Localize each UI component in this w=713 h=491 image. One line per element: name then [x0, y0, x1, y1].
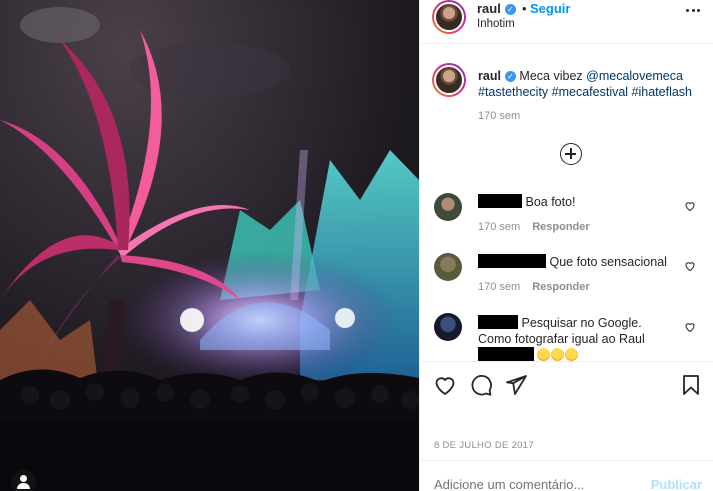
- plus-circle-icon[interactable]: [560, 143, 582, 165]
- commenter-avatar[interactable]: [434, 313, 462, 341]
- redacted-username: [478, 315, 518, 329]
- emoji-icon: [551, 348, 565, 361]
- paper-plane-icon[interactable]: [504, 373, 528, 397]
- caption-hashtags[interactable]: #tastethecity #mecafestival #ihateflash: [478, 85, 692, 99]
- caption-body: Meca vibez: [519, 69, 583, 83]
- heart-icon[interactable]: [684, 321, 696, 333]
- redacted-username: [478, 194, 522, 208]
- publish-button[interactable]: Publicar: [651, 477, 702, 491]
- emoji-icon: [537, 348, 551, 361]
- author-username[interactable]: raul ✓: [477, 1, 516, 16]
- comment-text: Pesquisar no Google. Como fotografar igu…: [478, 315, 678, 363]
- reply-button[interactable]: Responder: [532, 281, 589, 293]
- reply-button[interactable]: Responder: [532, 221, 589, 233]
- comment-text: Boa foto!: [478, 194, 678, 210]
- comment-icon[interactable]: [469, 373, 493, 397]
- comment-text: Que foto sensacional: [478, 254, 678, 270]
- comment-meta: 170 sem Responder: [478, 281, 590, 293]
- post-date: 8 DE JULHO DE 2017: [434, 440, 534, 451]
- verified-badge-icon: ✓: [504, 71, 516, 83]
- heart-icon[interactable]: [433, 373, 457, 397]
- bookmark-icon[interactable]: [679, 373, 703, 397]
- emoji-icon: [565, 348, 579, 361]
- verified-badge-icon: ✓: [504, 4, 516, 16]
- heart-icon[interactable]: [684, 260, 696, 272]
- add-comment-bar: Publicar: [420, 460, 713, 491]
- comment-input[interactable]: [434, 477, 624, 491]
- comment-timestamp: 170 sem: [478, 281, 521, 293]
- caption-text: raul ✓ Meca vibez @mecalovemeca #tastethe…: [478, 68, 700, 100]
- redacted-username: [478, 347, 534, 361]
- more-options-icon[interactable]: [686, 9, 700, 13]
- post-side-panel: raul ✓ • Seguir Inhotim raul ✓ Meca vibez …: [419, 0, 713, 491]
- post-location[interactable]: Inhotim: [477, 18, 515, 30]
- author-avatar[interactable]: [432, 0, 466, 34]
- post-actions: [420, 361, 713, 406]
- post-header: raul ✓ • Seguir Inhotim: [420, 0, 713, 44]
- caption-username[interactable]: raul: [478, 69, 501, 83]
- redacted-username: [478, 254, 546, 268]
- heart-icon[interactable]: [684, 200, 696, 212]
- caption-mention[interactable]: @mecalovemeca: [586, 69, 683, 83]
- user-tag-icon[interactable]: [11, 470, 36, 491]
- follow-button[interactable]: Seguir: [530, 1, 570, 16]
- caption-timestamp: 170 sem: [478, 110, 521, 122]
- festival-photo-illustration: [0, 0, 419, 491]
- header-separator: •: [522, 1, 527, 16]
- commenter-avatar[interactable]: [434, 253, 462, 281]
- caption-avatar[interactable]: [432, 63, 466, 97]
- post-photo[interactable]: [0, 0, 419, 491]
- comment-timestamp: 170 sem: [478, 221, 521, 233]
- comment-meta: 170 sem Responder: [478, 221, 590, 233]
- commenter-avatar[interactable]: [434, 193, 462, 221]
